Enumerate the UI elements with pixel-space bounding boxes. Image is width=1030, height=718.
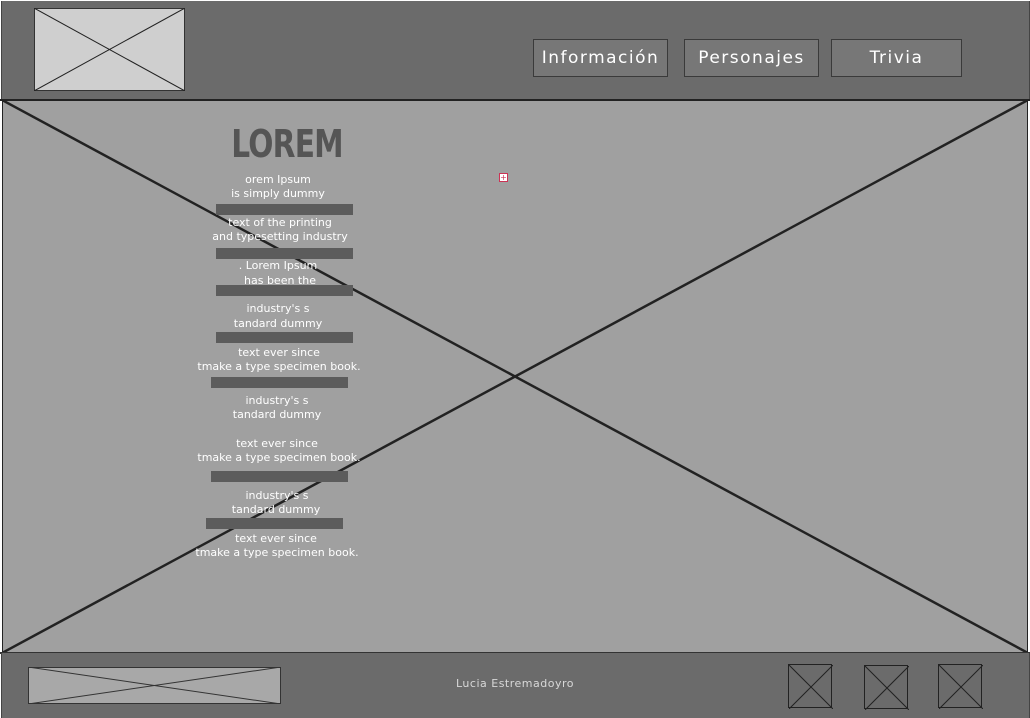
image-placeholder-icon [2, 100, 1028, 653]
text-bar [211, 377, 348, 388]
nav-personajes-button[interactable]: Personajes [684, 39, 819, 77]
nav-informacion-button[interactable]: Información [533, 39, 668, 77]
hero-text-line: text ever since [236, 437, 318, 450]
hero-text-line: and typesetting industry [212, 230, 348, 243]
header-divider [0, 99, 1030, 101]
hero-text-line: orem Ipsum [245, 173, 311, 186]
nav-trivia-button[interactable]: Trivia [831, 39, 962, 77]
hero-text-line: tmake a type specimen book. [197, 451, 361, 464]
text-bar [216, 332, 353, 343]
hero-text-line: industry's s [246, 302, 310, 315]
logo-placeholder-icon[interactable] [34, 8, 185, 91]
hero-text-line: text ever since [235, 532, 317, 545]
social-link-2-icon[interactable] [864, 665, 909, 710]
hero-title: LOREM [231, 122, 343, 166]
add-marker-icon[interactable]: + [499, 173, 508, 182]
hero-text-line: tandard dummy [233, 317, 323, 330]
text-bar [216, 285, 353, 296]
social-link-1-icon[interactable] [788, 664, 833, 709]
hero-text-line: industry's s [245, 489, 309, 502]
hero-text-line: text of the printing [228, 216, 332, 229]
hero-text-line: . Lorem Ipsum [238, 259, 318, 272]
footer-logo-placeholder-icon[interactable] [28, 667, 281, 704]
footer-author: Lucia Estremadoyro [456, 677, 574, 690]
social-link-3-icon[interactable] [938, 664, 983, 709]
text-bar [216, 248, 353, 259]
hero-text-line: tmake a type specimen book. [195, 546, 359, 559]
text-bar [206, 518, 343, 529]
hero-text-line: tandard dummy [232, 408, 322, 421]
hero-text-line: text ever since [238, 346, 320, 359]
text-bar [216, 204, 353, 215]
text-bar [211, 471, 348, 482]
hero-text-line: tandard dummy [231, 503, 321, 516]
hero-text-line: is simply dummy [231, 187, 325, 200]
hero-text-line: tmake a type specimen book. [197, 360, 361, 373]
hero-text-line: industry's s [245, 394, 309, 407]
